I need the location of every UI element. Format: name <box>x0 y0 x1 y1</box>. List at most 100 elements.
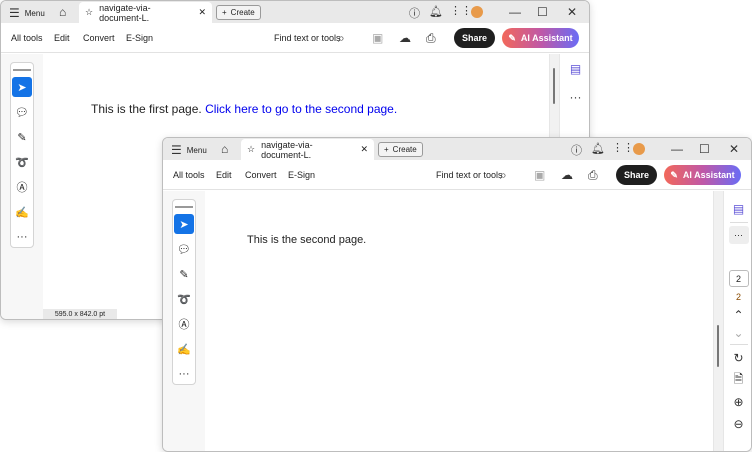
menu-button[interactable]: ☰ Menu <box>9 6 45 20</box>
print-icon[interactable]: ⎙ <box>588 168 598 183</box>
all-tools-menu[interactable]: All tools <box>11 23 43 53</box>
close-tab-icon[interactable]: ✕ <box>198 7 206 18</box>
page-content: This is the first page. Click here to go… <box>91 102 397 116</box>
create-button[interactable]: + Create <box>378 142 423 157</box>
search-icon[interactable]: ⌕ <box>500 168 507 183</box>
hamburger-icon: ☰ <box>9 6 20 20</box>
document-tab[interactable]: ☆ navigate-via-document-L. ✕ <box>241 139 374 160</box>
second-page-link[interactable]: Click here to go to the second page. <box>205 102 397 116</box>
sign-tool-icon[interactable]: ✍ <box>12 202 32 222</box>
close-tab-icon[interactable]: ✕ <box>360 144 368 155</box>
text-select-tool-icon[interactable]: Ⓐ <box>12 177 32 197</box>
star-icon[interactable]: ☆ <box>247 144 255 155</box>
all-tools-menu[interactable]: All tools <box>173 160 205 190</box>
edit-menu[interactable]: Edit <box>54 23 70 53</box>
more-tools-icon[interactable]: ··· <box>174 364 194 384</box>
sign-tool-icon[interactable]: ✍ <box>174 339 194 359</box>
page-size-status: 595.0 x 842.0 pt <box>43 309 117 319</box>
avatar[interactable] <box>633 143 645 155</box>
convert-menu[interactable]: Convert <box>245 160 277 190</box>
select-tool-icon[interactable]: ➤ <box>174 214 194 234</box>
ai-summary-icon[interactable]: ▤ <box>570 62 581 76</box>
ai-chat-icon: ✎ <box>508 32 516 43</box>
divider <box>729 222 748 223</box>
close-button[interactable]: ✕ <box>729 142 739 156</box>
help-icon[interactable]: ⓘ <box>571 142 582 158</box>
ai-assistant-button[interactable]: ✎ AI Assistant <box>664 165 741 185</box>
share-button[interactable]: Share <box>454 28 495 48</box>
drag-handle[interactable] <box>175 206 193 208</box>
page-number-input[interactable]: 2 <box>728 270 749 287</box>
title-bar: ☰ Menu ⌂ ☆ navigate-via-document-L. ✕ + Crea… <box>1 1 589 23</box>
title-bar: ☰ Menu ⌂ ☆ navigate-via-document-L. ✕ + Crea… <box>163 138 751 160</box>
previous-page-icon[interactable]: ⌃ <box>733 306 743 324</box>
plus-icon: + <box>384 145 389 154</box>
toolbar: All tools Edit Convert E-Sign Find text … <box>1 23 589 53</box>
divider <box>729 344 748 345</box>
rotate-icon[interactable]: ↻ <box>733 347 743 369</box>
hamburger-icon: ☰ <box>171 143 182 157</box>
zoom-in-icon[interactable]: ⊕ <box>733 391 743 413</box>
ai-chat-icon: ✎ <box>670 169 678 180</box>
more-options-icon[interactable]: ··· <box>570 90 582 104</box>
avatar[interactable] <box>471 6 483 18</box>
drag-handle[interactable] <box>13 69 31 71</box>
plus-icon: + <box>222 8 227 17</box>
next-page-icon[interactable]: ⌄ <box>733 324 743 342</box>
apps-icon[interactable]: ⋮⋮ <box>450 4 472 17</box>
ai-summary-icon[interactable]: ▤ <box>733 199 744 219</box>
find-tools[interactable]: Find text or tools <box>436 160 503 190</box>
select-tool-icon[interactable]: ➤ <box>12 77 32 97</box>
bell-icon[interactable]: 🔔︎ <box>591 142 605 155</box>
comment-tool-icon[interactable]: 💬︎ <box>12 102 32 122</box>
page-text: This is the second page. <box>247 234 367 246</box>
save-icon[interactable]: ▣ <box>372 31 383 45</box>
home-icon[interactable]: ⌂ <box>221 142 228 156</box>
upload-cloud-icon[interactable]: ☁ <box>561 168 573 182</box>
scroll-thumb[interactable] <box>717 325 719 367</box>
more-tools-icon[interactable]: ··· <box>12 227 32 247</box>
quick-tools: ➤ 💬︎ ✎ ➰ Ⓐ ✍ ··· <box>172 199 196 385</box>
print-icon[interactable]: ⎙ <box>426 31 436 46</box>
edit-menu[interactable]: Edit <box>216 160 232 190</box>
toolbar: All tools Edit Convert E-Sign Find text … <box>163 160 751 190</box>
help-icon[interactable]: ⓘ <box>409 5 420 21</box>
draw-tool-icon[interactable]: ➰ <box>174 289 194 309</box>
save-icon[interactable]: ▣ <box>534 168 545 182</box>
scroll-thumb[interactable] <box>553 68 555 104</box>
zoom-out-icon[interactable]: ⊖ <box>733 413 743 435</box>
upload-cloud-icon[interactable]: ☁ <box>399 31 411 45</box>
quick-tools: ➤ 💬︎ ✎ ➰ Ⓐ ✍ ··· <box>10 62 34 248</box>
close-button[interactable]: ✕ <box>567 5 577 19</box>
comment-tool-icon[interactable]: 💬︎ <box>174 239 194 259</box>
draw-tool-icon[interactable]: ➰ <box>12 152 32 172</box>
maximize-button[interactable]: ☐ <box>537 5 548 19</box>
convert-menu[interactable]: Convert <box>83 23 115 53</box>
esign-menu[interactable]: E-Sign <box>288 160 315 190</box>
share-button[interactable]: Share <box>616 165 657 185</box>
page-fit-icon[interactable]: 🗎︎ <box>734 369 744 391</box>
highlight-tool-icon[interactable]: ✎ <box>12 127 32 147</box>
minimize-button[interactable]: — <box>671 142 683 156</box>
apps-icon[interactable]: ⋮⋮ <box>612 141 634 154</box>
right-rail: ▤ ··· 2 2 ⌃ ⌄ ↻ 🗎︎ ⊕ ⊖ <box>723 191 751 451</box>
document-tab[interactable]: ☆ navigate-via-document-L. ✕ <box>79 2 212 23</box>
find-tools[interactable]: Find text or tools <box>274 23 341 53</box>
bell-icon[interactable]: 🔔︎ <box>429 5 443 18</box>
menu-button[interactable]: ☰ Menu <box>171 143 207 157</box>
scrollbar[interactable] <box>713 191 723 451</box>
create-button[interactable]: + Create <box>216 5 261 20</box>
minimize-button[interactable]: — <box>509 5 521 19</box>
esign-menu[interactable]: E-Sign <box>126 23 153 53</box>
highlight-tool-icon[interactable]: ✎ <box>174 264 194 284</box>
ai-assistant-button[interactable]: ✎ AI Assistant <box>502 28 579 48</box>
acrobat-window-2: ☰ Menu ⌂ ☆ navigate-via-document-L. ✕ + Crea… <box>162 137 752 452</box>
home-icon[interactable]: ⌂ <box>59 5 66 19</box>
more-options-button[interactable]: ··· <box>728 226 749 244</box>
search-icon[interactable]: ⌕ <box>338 31 345 46</box>
star-icon[interactable]: ☆ <box>85 7 93 18</box>
page-text: This is the first page. <box>91 102 202 116</box>
text-select-tool-icon[interactable]: Ⓐ <box>174 314 194 334</box>
maximize-button[interactable]: ☐ <box>699 142 710 156</box>
page-count: 2 <box>735 291 741 302</box>
